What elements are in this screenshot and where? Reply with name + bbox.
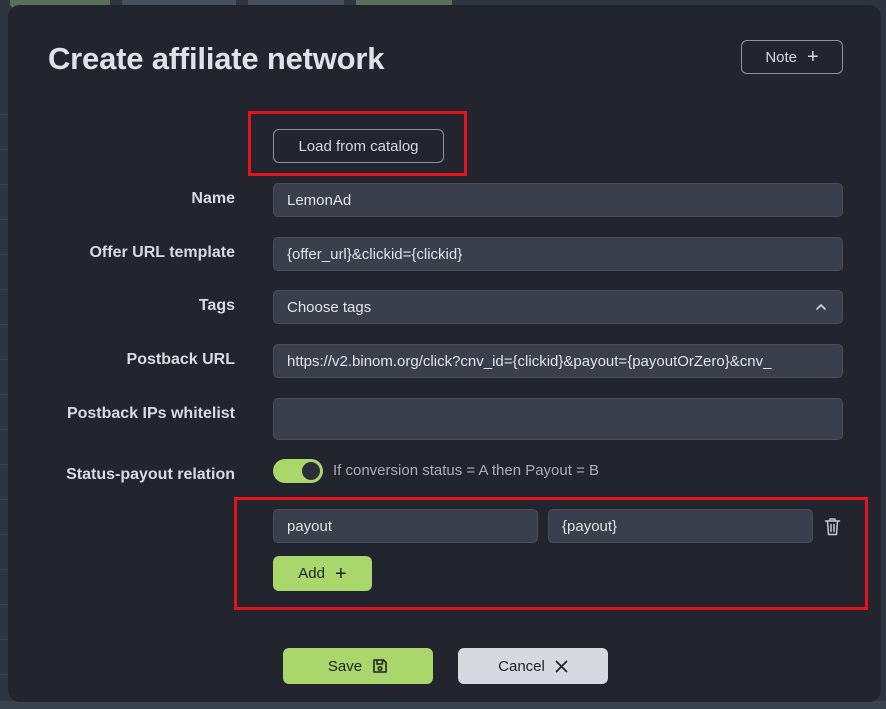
note-button[interactable]: Note + (741, 40, 843, 74)
tags-placeholder: Choose tags (287, 298, 372, 316)
add-button-label: Add (298, 565, 325, 582)
cancel-button-label: Cancel (498, 657, 545, 675)
add-relation-button[interactable]: Add + (273, 556, 372, 591)
name-label: Name (191, 190, 235, 207)
relation-status-input[interactable]: payout (273, 509, 538, 543)
status-payout-hint: If conversion status = A then Payout = B (333, 462, 600, 479)
toggle-knob (302, 462, 320, 480)
postback-ips-label: Postback IPs whitelist (66, 405, 235, 422)
postback-ips-input[interactable] (273, 398, 843, 440)
trash-icon[interactable] (824, 517, 841, 536)
close-icon (555, 660, 568, 672)
relation-payout-input[interactable]: {payout} (548, 509, 813, 543)
name-input[interactable]: LemonAd (273, 183, 843, 217)
note-button-label: Note (765, 48, 797, 66)
background-footer (0, 701, 886, 709)
offer-url-label: Offer URL template (89, 244, 235, 261)
postback-url-label: Postback URL (126, 351, 235, 368)
save-button-label: Save (327, 657, 363, 675)
floppy-disk-icon (373, 659, 387, 673)
load-from-catalog-button[interactable]: Load from catalog (273, 129, 444, 163)
offer-url-input[interactable]: {offer_url}&clickid={clickid} (273, 237, 843, 271)
tags-label: Tags (198, 297, 235, 314)
create-affiliate-network-dialog: Create affiliate network Note + Load fro… (8, 5, 881, 702)
save-button[interactable]: Save (283, 648, 433, 684)
cancel-button[interactable]: Cancel (458, 648, 608, 684)
plus-icon: + (807, 46, 819, 68)
chevron-up-icon (816, 303, 826, 310)
dialog-title: Create affiliate network (48, 41, 385, 76)
status-payout-toggle[interactable] (273, 459, 323, 483)
status-payout-label: Status-payout relation (66, 466, 235, 483)
postback-url-input[interactable]: https://v2.binom.org/click?cnv_id={click… (273, 344, 843, 378)
plus-icon: + (335, 562, 347, 585)
tags-select[interactable]: Choose tags (273, 290, 843, 324)
